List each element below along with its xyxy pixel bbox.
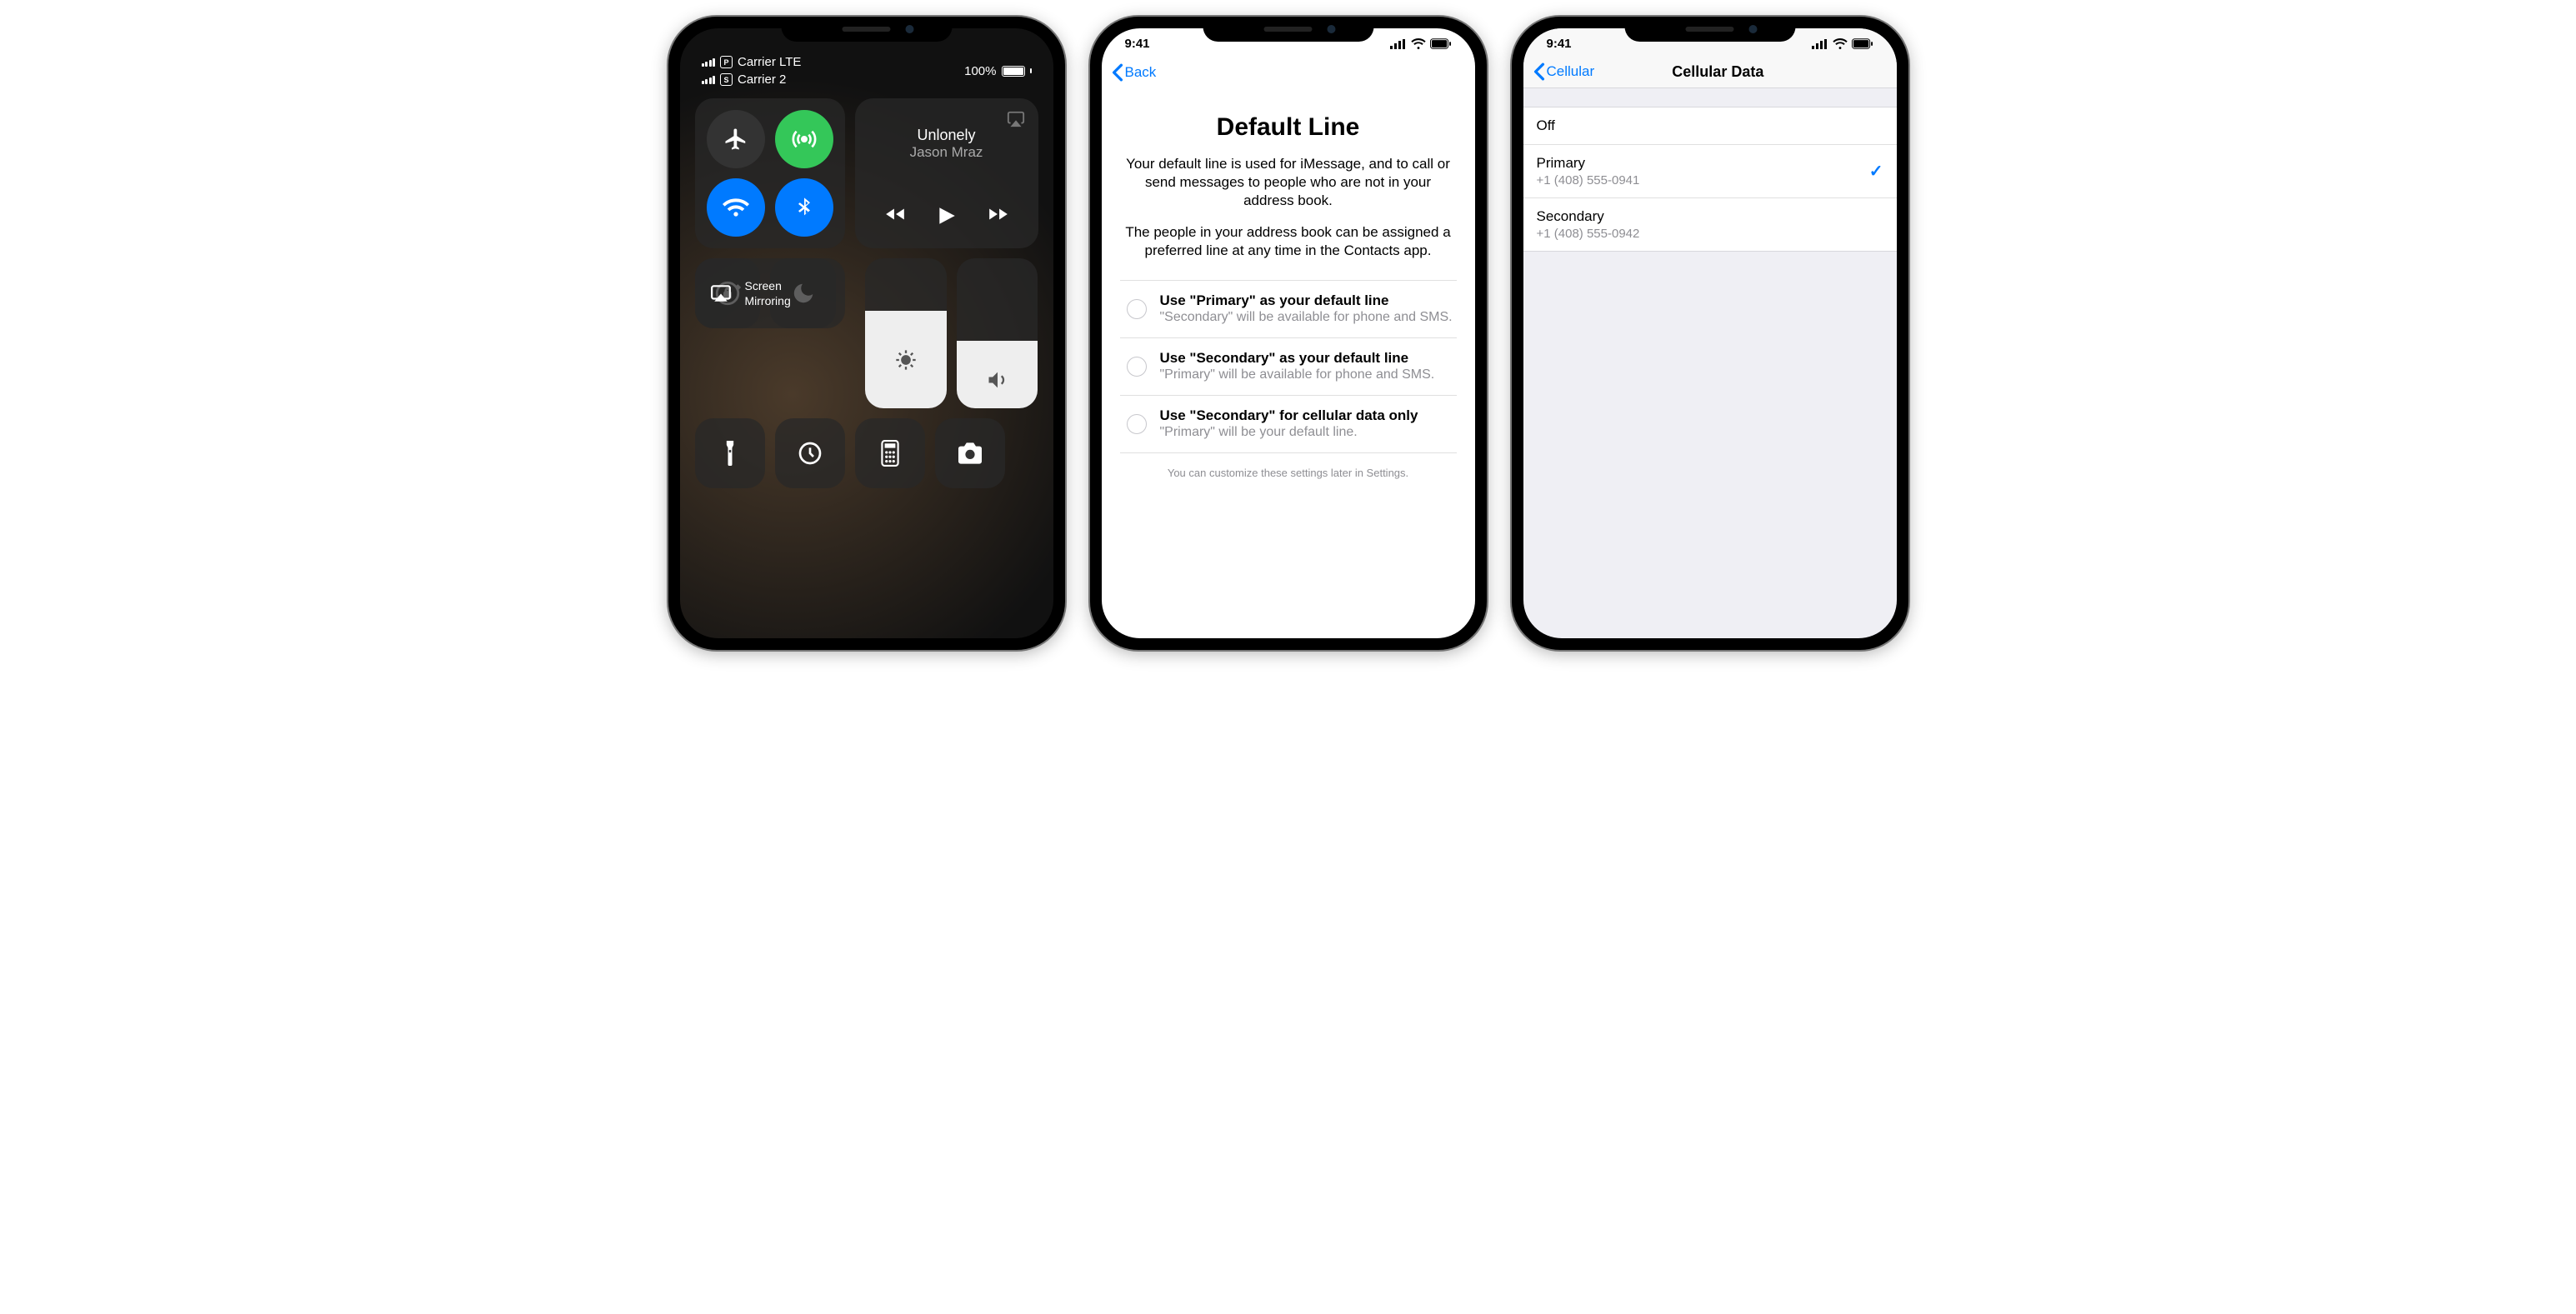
cellular-data-button[interactable] [775, 110, 833, 168]
screen-mirroring-label: Screen Mirroring [745, 278, 791, 308]
antenna-icon [791, 126, 818, 152]
play-icon[interactable] [936, 203, 958, 228]
notch [1203, 17, 1373, 42]
option-secondary-data-only[interactable]: Use "Secondary" for cellular data only "… [1120, 396, 1457, 453]
media-artist: Jason Mraz [868, 144, 1025, 161]
option-primary-default[interactable]: Use "Primary" as your default line "Seco… [1120, 281, 1457, 338]
back-label: Cellular [1547, 63, 1595, 80]
phone-cellular-data: 9:41 Cellular Cellular Data Off P [1512, 17, 1908, 650]
media-song: Unlonely [868, 127, 1025, 144]
signal-icon [1390, 39, 1407, 49]
signal-icon [1812, 39, 1828, 49]
media-tile[interactable]: Unlonely Jason Mraz [855, 98, 1038, 248]
option-subtitle: "Primary" will be your default line. [1160, 424, 1418, 441]
rewind-icon[interactable] [883, 203, 908, 225]
radio-unchecked-icon [1127, 414, 1147, 434]
bluetooth-icon [793, 196, 816, 219]
page-title: Default Line [1120, 113, 1457, 142]
status-time: 9:41 [1547, 37, 1572, 51]
phone-control-center: P Carrier LTE S Carrier 2 100% [668, 17, 1065, 650]
option-subtitle: "Primary" will be available for phone an… [1160, 367, 1435, 383]
option-label: Off [1537, 117, 1555, 134]
default-line-screen: 9:41 Back Default Line Your default line… [1102, 28, 1475, 638]
line-options: Use "Primary" as your default line "Seco… [1120, 280, 1457, 453]
status-battery: 100% [964, 55, 1031, 87]
camera-button[interactable] [935, 418, 1005, 488]
battery-icon [1430, 38, 1452, 49]
brightness-slider[interactable] [865, 258, 947, 408]
back-button[interactable]: Cellular [1533, 62, 1595, 81]
timer-button[interactable] [775, 418, 845, 488]
speaker-icon [986, 368, 1009, 392]
status-carrier-1: P Carrier LTE [702, 55, 802, 69]
carrier-2-label: Carrier 2 [738, 72, 786, 87]
notch [781, 17, 952, 42]
option-primary[interactable]: Primary +1 (408) 555-0941 ✓ [1523, 145, 1897, 198]
status-time: 9:41 [1125, 37, 1150, 51]
wifi-icon [1833, 38, 1848, 49]
calculator-button[interactable] [855, 418, 925, 488]
option-subtitle: "Secondary" will be available for phone … [1160, 309, 1453, 326]
checkmark-icon: ✓ [1869, 161, 1883, 182]
phone-default-line: 9:41 Back Default Line Your default line… [1090, 17, 1487, 650]
option-off[interactable]: Off [1523, 107, 1897, 145]
status-bar: P Carrier LTE S Carrier 2 100% [695, 55, 1038, 90]
screen-mirroring-icon [708, 282, 733, 304]
camera-icon [956, 442, 984, 465]
radio-unchecked-icon [1127, 357, 1147, 377]
airplane-mode-button[interactable] [707, 110, 765, 168]
forward-icon[interactable] [986, 203, 1011, 225]
option-secondary[interactable]: Secondary +1 (408) 555-0942 [1523, 198, 1897, 251]
wifi-icon [723, 194, 749, 221]
chevron-left-icon [1533, 62, 1545, 81]
wifi-button[interactable] [707, 178, 765, 237]
media-now-playing: Unlonely Jason Mraz [868, 127, 1025, 161]
status-carrier-2: S Carrier 2 [702, 72, 802, 87]
volume-slider[interactable] [957, 258, 1038, 408]
back-button[interactable]: Back [1112, 63, 1157, 82]
connectivity-tile[interactable] [695, 98, 845, 248]
option-number: +1 (408) 555-0941 [1537, 173, 1640, 187]
intro-paragraph-1: Your default line is used for iMessage, … [1120, 155, 1457, 210]
chevron-left-icon [1112, 63, 1123, 82]
back-label: Back [1125, 64, 1157, 81]
wifi-icon [1411, 38, 1426, 49]
battery-percent: 100% [964, 64, 996, 78]
option-number: +1 (408) 555-0942 [1537, 227, 1640, 241]
intro-paragraph-2: The people in your address book can be a… [1120, 223, 1457, 260]
sim-badge-secondary: S [720, 73, 733, 86]
carrier-1-label: Carrier LTE [738, 55, 801, 69]
option-title: Use "Secondary" as your default line [1160, 350, 1435, 367]
option-title: Use "Primary" as your default line [1160, 292, 1453, 309]
option-label: Primary [1537, 155, 1640, 172]
radio-unchecked-icon [1127, 299, 1147, 319]
airplay-icon [1007, 110, 1025, 128]
bluetooth-button[interactable] [775, 178, 833, 237]
cellular-data-screen: 9:41 Cellular Cellular Data Off P [1523, 28, 1897, 638]
flashlight-button[interactable] [695, 418, 765, 488]
battery-icon [1852, 38, 1873, 49]
cellular-data-options: Off Primary +1 (408) 555-0941 ✓ Secondar… [1523, 107, 1897, 252]
option-label: Secondary [1537, 208, 1640, 225]
option-title: Use "Secondary" for cellular data only [1160, 407, 1418, 424]
control-center-screen: P Carrier LTE S Carrier 2 100% [680, 28, 1053, 638]
notch [1624, 17, 1795, 42]
screen-mirroring-button[interactable]: Screen Mirroring [695, 258, 845, 328]
sim-badge-primary: P [720, 56, 733, 68]
calculator-icon [879, 440, 901, 467]
option-secondary-default[interactable]: Use "Secondary" as your default line "Pr… [1120, 338, 1457, 396]
airplane-icon [723, 127, 748, 152]
footer-note: You can customize these settings later i… [1120, 453, 1457, 492]
flashlight-icon [722, 439, 738, 467]
brightness-icon [894, 348, 918, 372]
page-title: Cellular Data [1594, 63, 1841, 81]
timer-icon [797, 440, 823, 467]
